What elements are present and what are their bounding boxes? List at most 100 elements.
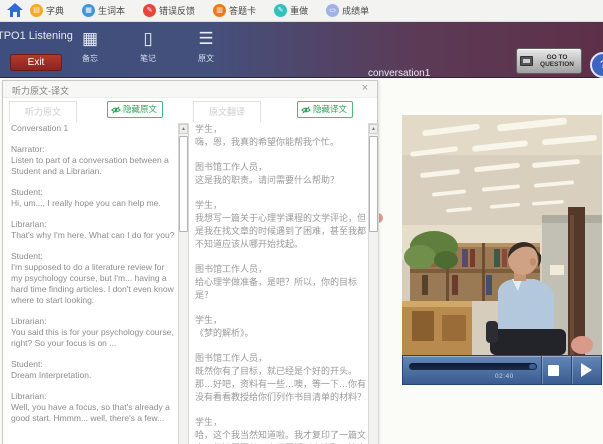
transcript-paragraph: 图书馆工作人员， 这是我的职责。请问需要什么帮助？ — [195, 161, 367, 187]
speaker-label: Narrator: — [11, 144, 45, 154]
nav-item-label: 原文 — [198, 54, 214, 63]
panel-tab-row: 听力原文 隐藏原文 原文翻译 隐藏译文 — [3, 98, 377, 122]
toolbar-item-label: 重做 — [290, 6, 309, 16]
screen-icon — [520, 56, 533, 66]
divider — [541, 356, 542, 384]
original-text-content: Conversation 1 Narrator: Listen to part … — [11, 123, 177, 444]
header-nav-item[interactable]: ▦ 备忘 — [72, 28, 108, 64]
original-scrollbar[interactable]: ▲ ▼ — [178, 123, 189, 444]
speaker-label: Librarian: — [11, 316, 47, 326]
hide-translation-button[interactable]: 隐藏译文 — [297, 101, 354, 118]
speaker-label: 学生， — [195, 417, 223, 427]
header-nav-item[interactable]: ▯ 笔记 — [130, 28, 166, 64]
toolbar-item[interactable]: ▥ 答题卡 — [213, 4, 256, 17]
scroll-up-icon[interactable]: ▲ — [179, 124, 188, 134]
paragraph-text: Hi, um..., I really hope you can help me… — [11, 198, 161, 208]
paragraph-text: Well, you have a focus, so that's alread… — [11, 402, 170, 423]
toolbar-item-icon: ▤ — [30, 4, 43, 17]
go-to-question-label: GO TO QUESTION — [540, 54, 574, 68]
panel-title-bar: 听力原文-译文 × — [3, 81, 377, 98]
home-button[interactable] — [0, 0, 30, 22]
toolbar-item-label: 生词本 — [98, 6, 126, 16]
panel-title: 听力原文-译文 — [12, 86, 69, 96]
transcript-paragraph: Student: Hi, um..., I really hope you ca… — [11, 187, 177, 209]
hide-original-label: 隐藏原文 — [123, 104, 158, 114]
library-photo — [402, 115, 602, 355]
toolbar-item[interactable]: ▭ 成绩单 — [326, 4, 369, 17]
eye-off-icon — [111, 105, 121, 114]
nav-item-icon: ▯ — [143, 29, 153, 48]
close-icon[interactable]: × — [359, 82, 371, 94]
app-window: ▤ 字典 ▦ 生词本 ✎ 错误反馈 ▥ 答题卡 ✎ 重做 ▭ 成绩单 TPO1 … — [0, 0, 603, 444]
paragraph-text: I'm supposed to do a literature review f… — [11, 262, 174, 305]
hide-translation-label: 隐藏译文 — [313, 104, 348, 114]
toolbar-item[interactable]: ✎ 错误反馈 — [143, 4, 195, 17]
go-to-question-button[interactable]: GO TO QUESTION — [516, 48, 582, 74]
tab-original-text[interactable]: 听力原文 — [9, 101, 78, 122]
tab-translation[interactable]: 原文翻译 — [193, 101, 262, 122]
translation-scrollbar[interactable]: ▲ ▼ — [368, 123, 379, 444]
nav-item-icon: ☰ — [198, 29, 214, 48]
paragraph-text: 这是我的职责。请问需要什么帮助？ — [195, 175, 340, 185]
paragraph-text: Listen to part of a conversation between… — [11, 155, 169, 176]
transcript-paragraph: Narrator: Listen to part of a conversati… — [11, 144, 177, 177]
paragraph-text: 嗨，恩，我真的希望你能帮我个忙。 — [195, 137, 340, 147]
help-button[interactable]: ? — [590, 52, 603, 78]
speaker-label: Librarian: — [11, 219, 47, 229]
home-icon — [7, 3, 23, 17]
scrollbar-thumb[interactable] — [369, 136, 378, 232]
speaker-label: 学生， — [195, 200, 223, 210]
toolbar-item[interactable]: ▤ 字典 — [30, 4, 64, 17]
page-title: TPO1 Listening — [0, 30, 73, 42]
toolbar-item[interactable]: ✎ 重做 — [274, 4, 308, 17]
scrollbar-thumb[interactable] — [179, 136, 188, 232]
nav-item-label: 备忘 — [82, 54, 98, 63]
progress-remaining — [529, 364, 536, 369]
divider — [571, 356, 572, 384]
toolbar-item-label: 成绩单 — [342, 6, 370, 16]
stop-button[interactable] — [548, 365, 559, 376]
transcript-paragraph: 学生， 嗨，恩，我真的希望你能帮我个忙。 — [195, 123, 367, 149]
paragraph-text: 哈，这个我当然知道啦。我才复印了一篇文章，但还需要从三个不同期刊上选取三篇文章。 — [195, 430, 367, 444]
speaker-label: 图书馆工作人员， — [195, 264, 268, 274]
speaker-label: 学生， — [195, 315, 223, 325]
speaker-label: Librarian: — [11, 391, 47, 401]
conversation-label: conversation1 — [368, 68, 431, 79]
hide-original-button[interactable]: 隐藏原文 — [107, 101, 164, 118]
transcript-paragraph: Librarian: That's why I'm here. What can… — [11, 219, 177, 241]
toolbar-item-icon: ✎ — [274, 4, 288, 17]
toolbar-item-label: 错误反馈 — [159, 6, 196, 16]
nav-item-icon: ▦ — [81, 29, 99, 48]
header-nav-item[interactable]: ☰ 原文 — [188, 28, 224, 64]
toolbar-item-icon: ▭ — [326, 4, 340, 17]
paragraph-text: That's why I'm here. What can I do for y… — [11, 230, 175, 240]
scroll-up-icon[interactable]: ▲ — [369, 124, 378, 134]
exit-button[interactable]: Exit — [10, 54, 62, 71]
transcript-paragraph: 图书馆工作人员， 既然你有了目标，就已经是个好的开头。那…好吧，资料有一些…噢，… — [195, 352, 367, 404]
speaker-label: 图书馆工作人员， — [195, 162, 268, 172]
speaker-label: Student: — [11, 359, 43, 369]
translation-content: 学生， 嗨，恩，我真的希望你能帮我个忙。 图书馆工作人员， 这是我的职责。请问需… — [195, 123, 367, 444]
toolbar-item-icon: ▥ — [213, 4, 227, 17]
transcript-paragraph: 学生， 哈，这个我当然知道啦。我才复印了一篇文章，但还需要从三个不同期刊上选取三… — [195, 416, 367, 444]
play-button[interactable] — [581, 363, 592, 377]
paragraph-text: Conversation 1 — [11, 123, 69, 133]
toolbar-item-icon: ✎ — [143, 4, 157, 17]
speaker-label: Student: — [11, 251, 43, 261]
time-display: 02:40 — [495, 373, 514, 380]
transcript-paragraph: Student: Dream Interpretation. — [11, 359, 177, 381]
transcript-paragraph: Librarian: Well, you have a focus, so th… — [11, 391, 177, 424]
progress-bar[interactable] — [409, 363, 537, 370]
transcript-paragraph: 学生， 《梦的解析》。 — [195, 314, 367, 340]
nav-item-label: 笔记 — [140, 54, 156, 63]
video-frame — [402, 115, 602, 355]
toolbar-item-icon: ▦ — [82, 4, 96, 17]
toolbar-item-label: 字典 — [46, 6, 65, 16]
toolbar-item[interactable]: ▦ 生词本 — [82, 4, 125, 17]
speaker-label: 图书馆工作人员， — [195, 353, 268, 363]
transcript-paragraph: Student: I'm supposed to do a literature… — [11, 251, 177, 306]
eye-off-icon — [301, 105, 311, 114]
speaker-label: 学生， — [195, 124, 223, 134]
paragraph-text: You said this is for your psychology cou… — [11, 327, 174, 348]
toolbar-items: ▤ 字典 ▦ 生词本 ✎ 错误反馈 ▥ 答题卡 ✎ 重做 ▭ 成绩单 — [30, 4, 387, 17]
